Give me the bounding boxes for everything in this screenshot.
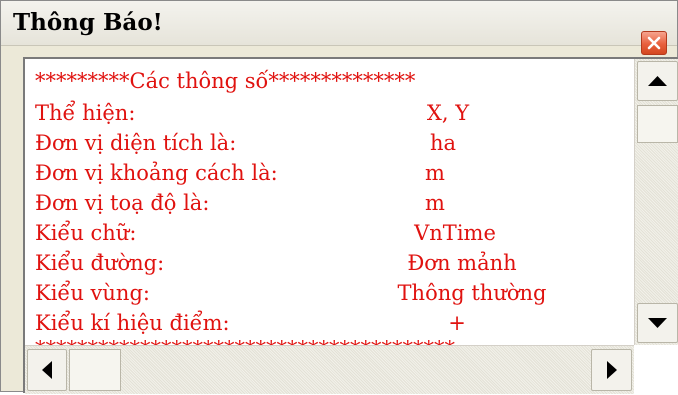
horizontal-scroll-thumb[interactable] — [69, 349, 121, 391]
close-button[interactable] — [641, 31, 667, 55]
row-value-area-style: Thông thường — [397, 281, 547, 305]
arrow-down-icon — [648, 318, 667, 328]
arrow-up-icon — [648, 76, 667, 86]
scrollbar-corner — [634, 345, 678, 393]
row-value-distance-unit: m — [425, 161, 445, 185]
row-value-coordinate-unit: m — [425, 191, 445, 215]
message-window: Thông Báo! *********Các thông số********… — [0, 0, 678, 394]
row-label-font: Kiểu chữ: — [35, 221, 137, 245]
header-line: *********Các thông số************** — [35, 69, 416, 93]
row-label-area-unit: Đơn vị diện tích là: — [35, 131, 237, 155]
row-label-coordinate-unit: Đơn vị toạ độ là: — [35, 191, 210, 215]
row-value-area-unit: ha — [429, 131, 457, 155]
row-label-line-style: Kiểu đường: — [35, 251, 165, 275]
window-title: Thông Báo! — [13, 9, 163, 36]
scroll-up-button[interactable] — [637, 61, 678, 101]
scroll-down-button[interactable] — [637, 303, 678, 343]
row-label-distance-unit: Đơn vị khoảng cách là: — [35, 161, 278, 185]
row-value-display: X, Y — [426, 101, 470, 125]
arrow-right-icon — [607, 361, 617, 379]
row-value-font: VnTime — [414, 221, 496, 245]
row-label-display: Thể hiện: — [35, 101, 136, 125]
row-value-line-style: Đơn mảnh — [407, 251, 517, 275]
scroll-left-button[interactable] — [27, 349, 67, 391]
row-label-point-symbol: Kiểu kí hiệu điểm: — [35, 311, 230, 335]
vertical-scrollbar[interactable] — [634, 59, 678, 345]
row-label-area-style: Kiểu vùng: — [35, 281, 150, 305]
message-content: *********Các thông số************** Thể … — [25, 59, 634, 345]
arrow-left-icon — [42, 361, 52, 379]
message-frame: *********Các thông số************** Thể … — [23, 57, 678, 394]
close-icon — [647, 36, 661, 50]
scroll-right-button[interactable] — [591, 349, 632, 391]
title-bar[interactable]: Thông Báo! — [1, 1, 677, 46]
vertical-scroll-thumb[interactable] — [637, 105, 678, 143]
row-value-point-symbol: + — [448, 311, 466, 335]
horizontal-scrollbar[interactable] — [25, 345, 634, 394]
